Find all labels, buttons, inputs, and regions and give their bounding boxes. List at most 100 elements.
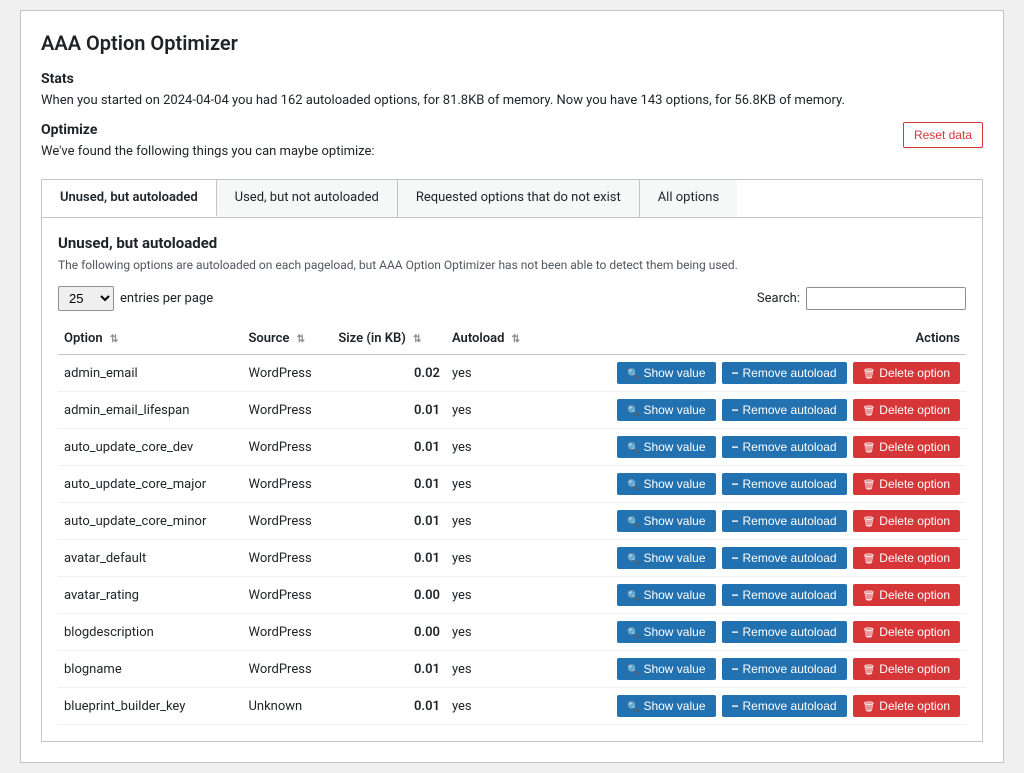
remove-autoload-button[interactable]: Remove autoload — [722, 584, 847, 606]
show-value-button[interactable]: Show value — [617, 473, 716, 495]
trash-icon — [863, 625, 876, 639]
show-value-button[interactable]: Show value — [617, 695, 716, 717]
delete-option-button[interactable]: Delete option — [853, 621, 960, 643]
minus-icon — [732, 588, 739, 602]
reset-data-button[interactable]: Reset data — [903, 122, 983, 148]
tab-unused-autoloaded[interactable]: Unused, but autoloaded — [42, 180, 217, 217]
sort-size-icon[interactable]: ⇅ — [413, 334, 421, 345]
optimize-desc: We've found the following things you can… — [41, 144, 375, 159]
minus-icon — [732, 625, 739, 639]
cell-actions: Show value Remove autoload Delete option — [542, 392, 966, 429]
cell-actions: Show value Remove autoload Delete option — [542, 540, 966, 577]
cell-size: 0.01 — [332, 466, 446, 503]
remove-autoload-button[interactable]: Remove autoload — [722, 399, 847, 421]
sort-source-icon[interactable]: ⇅ — [297, 334, 305, 345]
cell-source: WordPress — [242, 429, 332, 466]
show-value-button[interactable]: Show value — [617, 584, 716, 606]
trash-icon — [863, 366, 876, 380]
cell-option: blogdescription — [58, 614, 242, 651]
search-icon — [627, 477, 639, 491]
cell-size: 0.02 — [332, 355, 446, 392]
cell-autoload: yes — [446, 466, 542, 503]
trash-icon — [863, 440, 876, 454]
entries-per-page-wrap: 25 50 100 entries per page — [58, 286, 213, 311]
table-row: admin_email_lifespan WordPress 0.01 yes … — [58, 392, 966, 429]
show-value-button[interactable]: Show value — [617, 362, 716, 384]
delete-option-button[interactable]: Delete option — [853, 399, 960, 421]
minus-icon — [732, 699, 739, 713]
search-icon — [627, 662, 639, 676]
delete-option-button[interactable]: Delete option — [853, 695, 960, 717]
cell-autoload: yes — [446, 688, 542, 725]
cell-option: auto_update_core_minor — [58, 503, 242, 540]
sort-option-icon[interactable]: ⇅ — [110, 334, 118, 345]
cell-autoload: yes — [446, 503, 542, 540]
table-section-desc: The following options are autoloaded on … — [58, 258, 966, 272]
tabs-container: Unused, but autoloaded Used, but not aut… — [41, 179, 983, 217]
remove-autoload-button[interactable]: Remove autoload — [722, 436, 847, 458]
show-value-button[interactable]: Show value — [617, 621, 716, 643]
minus-icon — [732, 551, 739, 565]
show-value-button[interactable]: Show value — [617, 399, 716, 421]
tab-requested-not-exist[interactable]: Requested options that do not exist — [398, 180, 640, 217]
delete-option-button[interactable]: Delete option — [853, 473, 960, 495]
remove-autoload-button[interactable]: Remove autoload — [722, 510, 847, 532]
optimize-heading: Optimize — [41, 122, 375, 138]
cell-size: 0.00 — [332, 614, 446, 651]
search-wrap: Search: — [757, 287, 966, 310]
col-autoload: Autoload ⇅ — [446, 323, 542, 355]
search-label: Search: — [757, 291, 800, 306]
table-row: blogname WordPress 0.01 yes Show value R… — [58, 651, 966, 688]
search-input[interactable] — [806, 287, 966, 310]
cell-size: 0.01 — [332, 392, 446, 429]
cell-autoload: yes — [446, 429, 542, 466]
stats-text: When you started on 2024-04-04 you had 1… — [41, 93, 983, 108]
cell-option: admin_email_lifespan — [58, 392, 242, 429]
search-icon — [627, 588, 639, 602]
table-row: avatar_rating WordPress 0.00 yes Show va… — [58, 577, 966, 614]
delete-option-button[interactable]: Delete option — [853, 584, 960, 606]
remove-autoload-button[interactable]: Remove autoload — [722, 362, 847, 384]
delete-option-button[interactable]: Delete option — [853, 362, 960, 384]
cell-actions: Show value Remove autoload Delete option — [542, 355, 966, 392]
cell-option: blueprint_builder_key — [58, 688, 242, 725]
delete-option-button[interactable]: Delete option — [853, 510, 960, 532]
tab-used-not-autoloaded[interactable]: Used, but not autoloaded — [217, 180, 398, 217]
tab-all-options[interactable]: All options — [640, 180, 737, 217]
cell-source: WordPress — [242, 651, 332, 688]
cell-actions: Show value Remove autoload Delete option — [542, 466, 966, 503]
cell-size: 0.00 — [332, 577, 446, 614]
show-value-button[interactable]: Show value — [617, 510, 716, 532]
search-icon — [627, 551, 639, 565]
show-value-button[interactable]: Show value — [617, 436, 716, 458]
minus-icon — [732, 403, 739, 417]
remove-autoload-button[interactable]: Remove autoload — [722, 621, 847, 643]
remove-autoload-button[interactable]: Remove autoload — [722, 658, 847, 680]
cell-size: 0.01 — [332, 651, 446, 688]
cell-option: avatar_default — [58, 540, 242, 577]
minus-icon — [732, 477, 739, 491]
remove-autoload-button[interactable]: Remove autoload — [722, 473, 847, 495]
delete-option-button[interactable]: Delete option — [853, 547, 960, 569]
cell-size: 0.01 — [332, 688, 446, 725]
delete-option-button[interactable]: Delete option — [853, 658, 960, 680]
search-icon — [627, 403, 639, 417]
show-value-button[interactable]: Show value — [617, 658, 716, 680]
sort-autoload-icon[interactable]: ⇅ — [512, 334, 520, 345]
remove-autoload-button[interactable]: Remove autoload — [722, 547, 847, 569]
trash-icon — [863, 551, 876, 565]
cell-option: auto_update_core_dev — [58, 429, 242, 466]
entries-per-page-select[interactable]: 25 50 100 — [58, 286, 114, 311]
table-row: auto_update_core_dev WordPress 0.01 yes … — [58, 429, 966, 466]
table-section-title: Unused, but autoloaded — [58, 234, 966, 252]
entries-label: entries per page — [120, 291, 213, 306]
remove-autoload-button[interactable]: Remove autoload — [722, 695, 847, 717]
show-value-button[interactable]: Show value — [617, 547, 716, 569]
cell-actions: Show value Remove autoload Delete option — [542, 614, 966, 651]
options-table: Option ⇅ Source ⇅ Size (in KB) ⇅ Autoloa… — [58, 323, 966, 725]
table-row: auto_update_core_major WordPress 0.01 ye… — [58, 466, 966, 503]
delete-option-button[interactable]: Delete option — [853, 436, 960, 458]
cell-autoload: yes — [446, 392, 542, 429]
cell-size: 0.01 — [332, 503, 446, 540]
cell-source: WordPress — [242, 355, 332, 392]
